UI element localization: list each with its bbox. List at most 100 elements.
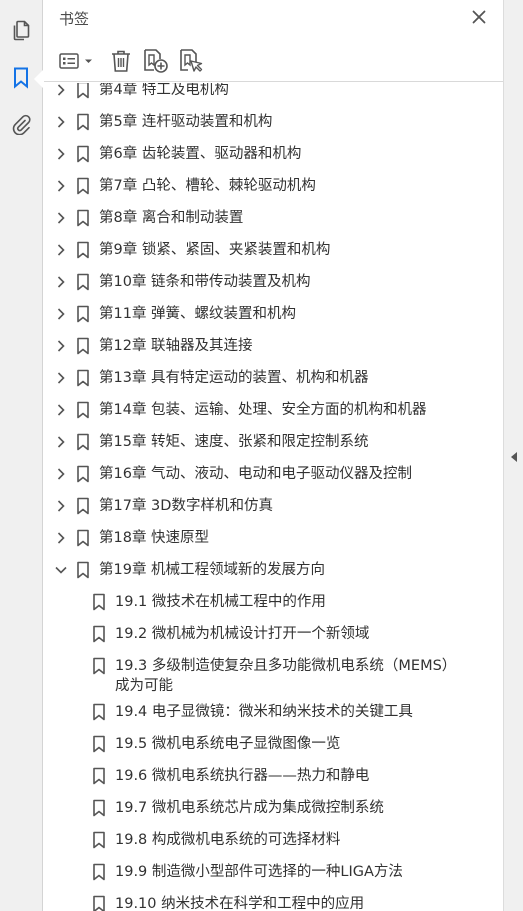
- bookmark-label[interactable]: 19.9 制造微小型部件可选择的一种LIGA方法: [115, 862, 403, 882]
- chevron-right-icon[interactable]: [53, 402, 69, 418]
- bookmark-chapter-row[interactable]: 第11章 弹簧、螺纹装置和机构: [44, 298, 482, 330]
- chevron-right-icon[interactable]: [53, 370, 69, 386]
- bookmark-chapter-row[interactable]: 第15章 转矩、速度、张紧和限定控制系统: [44, 426, 482, 458]
- bookmark-item-icon: [92, 735, 106, 753]
- bookmark-chapter-row[interactable]: 第16章 气动、液动、电动和电子驱动仪器及控制: [44, 458, 482, 490]
- options-menu-icon[interactable]: [56, 46, 96, 76]
- bookmark-item-icon: [76, 273, 90, 291]
- chevron-right-icon[interactable]: [53, 466, 69, 482]
- chevron-right-icon[interactable]: [53, 274, 69, 290]
- bookmark-item-icon: [76, 305, 90, 323]
- bookmark-chapter-row[interactable]: 第19章 机械工程领域新的发展方向: [44, 554, 482, 586]
- bookmark-section-row[interactable]: 19.6 微机电系统执行器——热力和静电: [44, 760, 482, 792]
- bookmark-chapter-row[interactable]: 第9章 锁紧、紧固、夹紧装置和机构: [44, 234, 482, 266]
- chevron-right-icon[interactable]: [53, 338, 69, 354]
- chevron-right-icon[interactable]: [53, 146, 69, 162]
- bookmark-item-icon: [76, 497, 90, 515]
- bookmark-item-icon: [92, 863, 106, 881]
- bookmark-section-row[interactable]: 19.5 微机电系统电子显微图像一览: [44, 728, 482, 760]
- bookmark-label[interactable]: 第8章 离合和制动装置: [99, 208, 243, 228]
- bookmark-label[interactable]: 第15章 转矩、速度、张紧和限定控制系统: [99, 432, 369, 452]
- bookmark-chapter-row[interactable]: 第8章 离合和制动装置: [44, 202, 482, 234]
- bookmark-item-icon: [76, 209, 90, 227]
- active-tab-indicator: [34, 70, 43, 88]
- bookmark-item-icon: [76, 369, 90, 387]
- navigation-rail: [0, 0, 43, 911]
- bookmark-chapter-row[interactable]: 第17章 3D数字样机和仿真: [44, 490, 482, 522]
- chevron-right-icon[interactable]: [53, 242, 69, 258]
- chevron-right-icon[interactable]: [53, 306, 69, 322]
- new-bookmark-icon[interactable]: [141, 46, 171, 76]
- bookmark-section-row[interactable]: 19.9 制造微小型部件可选择的一种LIGA方法: [44, 856, 482, 888]
- bookmark-label[interactable]: 19.10 纳米技术在科学和工程中的应用: [115, 894, 364, 911]
- chevron-right-icon[interactable]: [53, 178, 69, 194]
- bookmark-chapter-row[interactable]: 第14章 包装、运输、处理、安全方面的机构和机器: [44, 394, 482, 426]
- attachment-icon[interactable]: [7, 110, 35, 138]
- bookmark-label[interactable]: 19.7 微机电系统芯片成为集成微控制系统: [115, 798, 384, 818]
- bookmark-label[interactable]: 第19章 机械工程领域新的发展方向: [99, 560, 325, 580]
- bookmark-item-icon: [76, 337, 90, 355]
- bookmark-chapter-row[interactable]: 第18章 快速原型: [44, 522, 482, 554]
- bookmark-chapter-row[interactable]: 第12章 联轴器及其连接: [44, 330, 482, 362]
- bookmark-section-row[interactable]: 19.8 构成微机电系统的可选择材料: [44, 824, 482, 856]
- chevron-down-icon[interactable]: [53, 562, 69, 578]
- bookmark-label[interactable]: 第18章 快速原型: [99, 528, 209, 548]
- bookmark-label[interactable]: 19.8 构成微机电系统的可选择材料: [115, 830, 340, 850]
- bookmark-item-icon: [76, 145, 90, 163]
- delete-icon[interactable]: [108, 46, 134, 76]
- bookmark-label[interactable]: 19.6 微机电系统执行器——热力和静电: [115, 766, 369, 786]
- bookmark-from-selection-icon[interactable]: [176, 46, 206, 76]
- bookmark-label[interactable]: 第9章 锁紧、紧固、夹紧装置和机构: [99, 240, 330, 260]
- bookmark-label[interactable]: 第10章 链条和带传动装置及机构: [99, 272, 311, 292]
- bookmark-label[interactable]: 第4章 特工及电机构: [99, 83, 229, 100]
- bookmark-label[interactable]: 19.1 微技术在机械工程中的作用: [115, 592, 326, 612]
- bookmark-label[interactable]: 第16章 气动、液动、电动和电子驱动仪器及控制: [99, 464, 412, 484]
- chevron-right-icon[interactable]: [53, 498, 69, 514]
- chevron-right-icon[interactable]: [53, 210, 69, 226]
- bookmark-item-icon: [76, 113, 90, 131]
- collapse-arrow-icon[interactable]: [510, 448, 518, 467]
- bookmark-label[interactable]: 第14章 包装、运输、处理、安全方面的机构和机器: [99, 400, 427, 420]
- bookmark-chapter-row[interactable]: 第13章 具有特定运动的装置、机构和机器: [44, 362, 482, 394]
- bookmarks-panel: 书签 第4章 特工及电机构第5章 连杆驱动装置和机构第6章 齿轮装置、驱动器和机…: [44, 0, 503, 911]
- panel-title: 书签: [59, 10, 90, 28]
- bookmark-section-row[interactable]: 19.2 微机械为机械设计打开一个新领域: [44, 618, 482, 650]
- bookmark-item-icon: [76, 529, 90, 547]
- bookmark-section-row[interactable]: 19.3 多级制造使复杂且多功能微机电系统（MEMS）成为可能: [44, 650, 482, 694]
- bookmark-label[interactable]: 19.4 电子显微镜：微米和纳米技术的关键工具: [115, 702, 413, 722]
- chevron-right-icon[interactable]: [53, 434, 69, 450]
- bookmark-item-icon: [92, 799, 106, 817]
- bookmark-chapter-row[interactable]: 第10章 链条和带传动装置及机构: [44, 266, 482, 298]
- bookmark-label[interactable]: 第5章 连杆驱动装置和机构: [99, 112, 272, 132]
- bookmark-label[interactable]: 19.2 微机械为机械设计打开一个新领域: [115, 624, 369, 644]
- bookmark-item-icon: [76, 561, 90, 579]
- bookmark-chapter-row[interactable]: 第6章 齿轮装置、驱动器和机构: [44, 138, 482, 170]
- bookmark-section-row[interactable]: 19.1 微技术在机械工程中的作用: [44, 586, 482, 618]
- pages-icon[interactable]: [7, 17, 35, 45]
- bookmark-item-icon: [76, 465, 90, 483]
- chevron-right-icon[interactable]: [53, 530, 69, 546]
- bookmark-label[interactable]: 第17章 3D数字样机和仿真: [99, 496, 273, 516]
- bookmark-label[interactable]: 19.5 微机电系统电子显微图像一览: [115, 734, 340, 754]
- bookmark-label[interactable]: 第12章 联轴器及其连接: [99, 336, 253, 356]
- bookmark-label[interactable]: 第7章 凸轮、槽轮、棘轮驱动机构: [99, 176, 316, 196]
- chevron-right-icon[interactable]: [53, 114, 69, 130]
- bookmark-chapter-row[interactable]: 第5章 连杆驱动装置和机构: [44, 106, 482, 138]
- bookmark-icon[interactable]: [7, 64, 35, 92]
- bookmark-label[interactable]: 19.3 多级制造使复杂且多功能微机电系统（MEMS）成为可能: [115, 656, 465, 696]
- bookmark-label[interactable]: 第11章 弹簧、螺纹装置和机构: [99, 304, 296, 324]
- chevron-right-icon[interactable]: [53, 83, 69, 98]
- bookmark-chapter-row[interactable]: 第7章 凸轮、槽轮、棘轮驱动机构: [44, 170, 482, 202]
- bookmark-label[interactable]: 第6章 齿轮装置、驱动器和机构: [99, 144, 301, 164]
- bookmark-section-row[interactable]: 19.7 微机电系统芯片成为集成微控制系统: [44, 792, 482, 824]
- bookmark-section-row[interactable]: 19.4 电子显微镜：微米和纳米技术的关键工具: [44, 696, 482, 728]
- bookmark-section-row[interactable]: 19.10 纳米技术在科学和工程中的应用: [44, 888, 482, 911]
- right-panel-strip: [503, 0, 523, 911]
- bookmark-item-icon: [92, 895, 106, 911]
- bookmark-item-icon: [76, 177, 90, 195]
- bookmark-label[interactable]: 第13章 具有特定运动的装置、机构和机器: [99, 368, 369, 388]
- bookmark-item-icon: [92, 703, 106, 721]
- close-icon[interactable]: [469, 7, 489, 27]
- bookmark-item-icon: [92, 767, 106, 785]
- bookmark-chapter-row[interactable]: 第4章 特工及电机构: [44, 83, 482, 106]
